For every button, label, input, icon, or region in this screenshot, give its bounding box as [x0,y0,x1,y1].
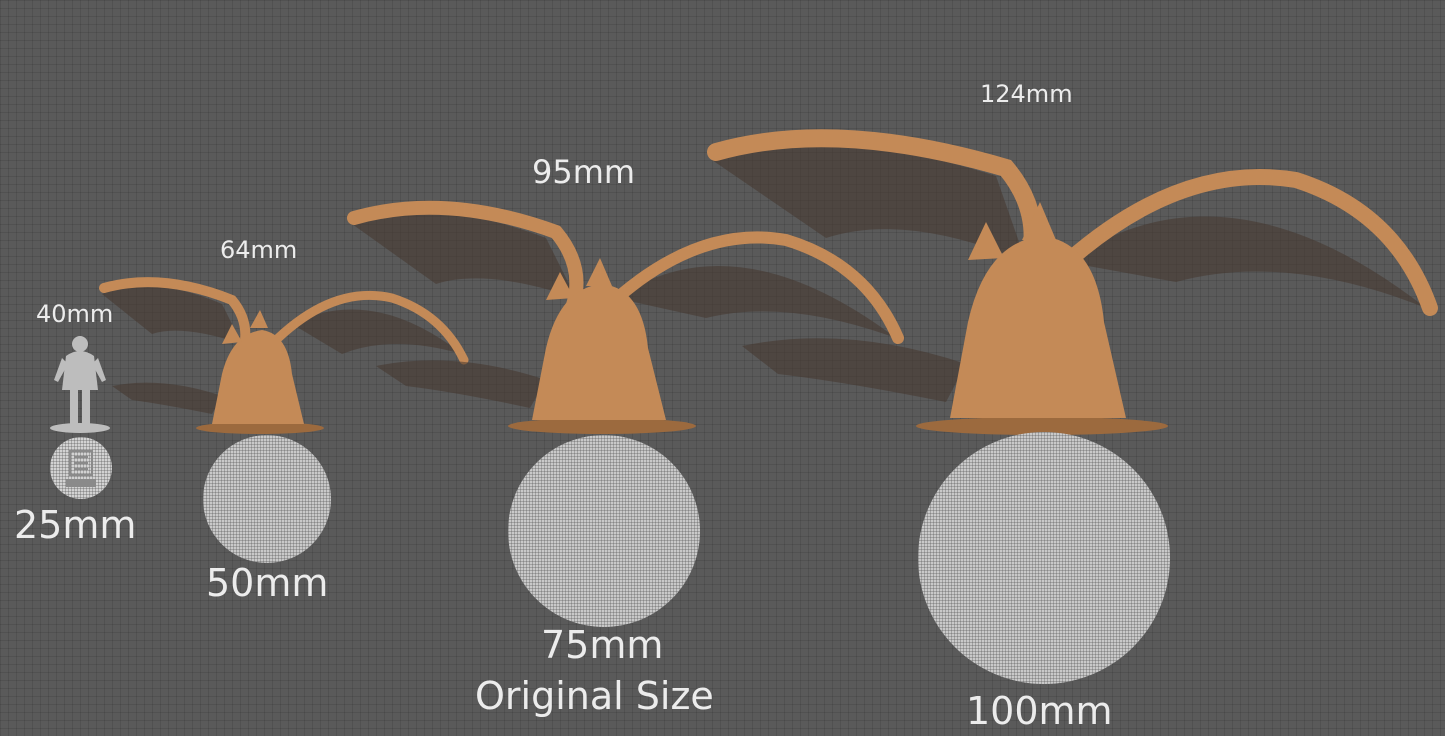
base-label-50mm: 50mm [206,561,329,605]
height-label-64mm: 64mm [220,236,298,264]
base-75mm [508,435,700,627]
studio-logo-icon [66,450,96,487]
dragon-miniature-124mm [707,129,1438,435]
base-label-original-size: Original Size [475,674,714,718]
base-100mm [918,432,1170,684]
height-label-124mm: 124mm [980,80,1073,108]
base-label-100mm: 100mm [966,689,1113,733]
base-25mm [50,437,112,499]
base-label-25mm: 25mm [14,503,137,547]
base-label-75mm: 75mm [541,623,664,667]
height-label-95mm: 95mm [532,153,636,191]
base-50mm [203,435,331,563]
